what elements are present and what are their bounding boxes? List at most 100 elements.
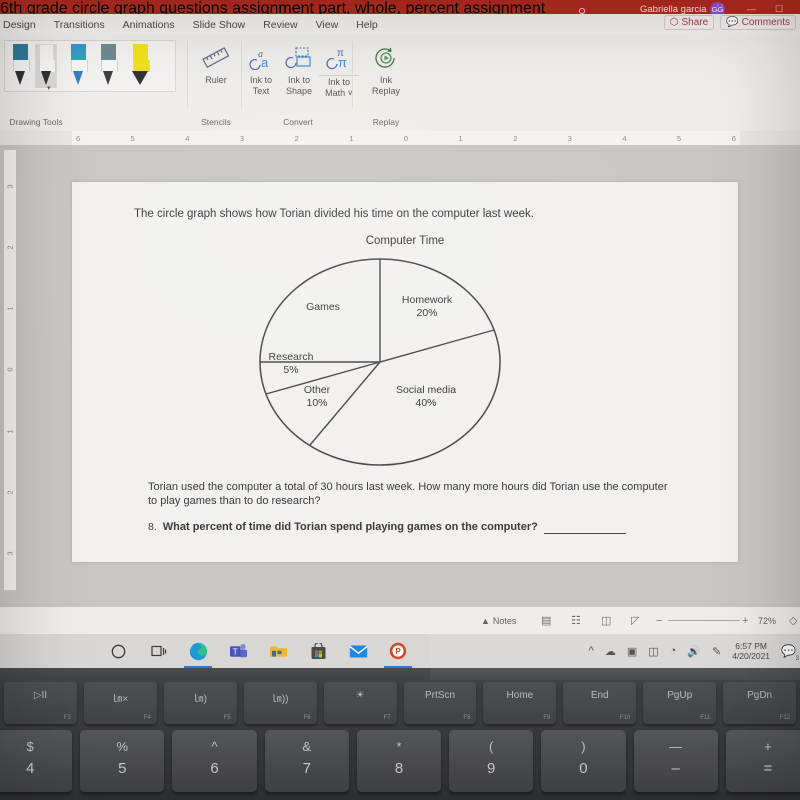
- highlighter-yellow[interactable]: [129, 44, 151, 88]
- minimize-icon[interactable]: —: [747, 4, 756, 14]
- tab-transitions[interactable]: Transitions: [45, 19, 114, 31]
- share-button[interactable]: ⬡ Share: [663, 15, 715, 30]
- speaker-icon[interactable]: 🔊: [687, 645, 701, 658]
- question-8-text: What percent of time did Torian spend pl…: [162, 521, 538, 533]
- key-f12-pgdn[interactable]: PgDn F12: [723, 682, 797, 724]
- ruler-ticks: 6 5 4 3 2 1 0 1 2 3 4 5 6: [72, 131, 740, 145]
- vertical-ruler[interactable]: 3 2 1 0 1 2 3: [4, 150, 16, 590]
- key-f3[interactable]: ▷II F3: [4, 682, 77, 724]
- tab-design[interactable]: Design: [0, 19, 45, 31]
- tab-help[interactable]: Help: [347, 19, 387, 31]
- action-center-icon[interactable]: 💬 3: [781, 644, 799, 662]
- key-f7[interactable]: ☀ F7: [323, 682, 397, 724]
- ink-to-shape-button[interactable]: Ink to Shape: [281, 41, 317, 97]
- pen-icon[interactable]: ✎: [712, 645, 721, 658]
- zoom-slider[interactable]: [668, 620, 740, 621]
- function-key-row: ▷II F3 ㏐× F4 ㏐) F5 ㏐)) F6 ☀ F7 PrtScn F8 Home F…: [0, 682, 800, 724]
- chevron-down-icon[interactable]: ▾: [47, 84, 51, 92]
- status-bar: ▲ Notes ▤ ☷ ◫ ◸ − + 72% ◇: [0, 607, 800, 634]
- comments-button[interactable]: 💬 Comments: [720, 15, 796, 30]
- slide-show-icon[interactable]: ◸: [631, 614, 639, 627]
- pen-gray-galaxy[interactable]: [97, 44, 119, 88]
- key-7[interactable]: & 7: [264, 730, 349, 792]
- tab-view[interactable]: View: [307, 19, 348, 31]
- vruler-tick: 1: [5, 306, 15, 311]
- cloud-icon[interactable]: ☁: [605, 645, 616, 658]
- notes-icon: ▲: [481, 615, 490, 626]
- notes-button[interactable]: ▲ Notes: [481, 616, 516, 626]
- key-f9-home[interactable]: Home F9: [483, 682, 557, 724]
- teams-button[interactable]: T: [228, 641, 248, 661]
- ink-to-math-icon: π π: [319, 41, 359, 75]
- svg-text:P: P: [395, 647, 401, 656]
- key-0[interactable]: ) 0: [541, 730, 626, 792]
- tab-slide-show[interactable]: Slide Show: [184, 19, 255, 31]
- ink-to-math-button[interactable]: π π Ink to Math ˅: [319, 41, 359, 99]
- zoom-percent[interactable]: 72%: [758, 616, 776, 626]
- key-minus[interactable]: — –: [633, 730, 718, 792]
- picture-icon[interactable]: ▣: [627, 645, 637, 658]
- horizontal-ruler[interactable]: 6 5 4 3 2 1 0 1 2 3 4 5 6: [0, 131, 800, 145]
- pen-black-selected[interactable]: ▾: [35, 44, 57, 92]
- slide-sorter-icon[interactable]: ☷: [571, 614, 581, 627]
- key-f4[interactable]: ㏐× F4: [83, 682, 157, 724]
- ink-to-shape-icon: [281, 41, 317, 75]
- key-f8-prtscn[interactable]: PrtScn F8: [403, 682, 477, 724]
- cortana-button[interactable]: [108, 641, 128, 661]
- key-6[interactable]: ^ 6: [172, 730, 257, 792]
- chart-title: Computer Time: [365, 235, 445, 247]
- reading-view-icon[interactable]: ◫: [601, 614, 611, 627]
- pie-label-games: Games: [306, 301, 340, 313]
- clock-time: 6:57 PM: [735, 641, 767, 651]
- pen-teal[interactable]: [9, 44, 31, 88]
- key-4[interactable]: $4: [0, 730, 73, 792]
- key-5[interactable]: % 5: [80, 730, 165, 792]
- pen-gallery[interactable]: ▾: [4, 40, 176, 92]
- slide[interactable]: The circle graph shows how Torian divide…: [72, 182, 738, 562]
- ink-replay-label-line2: Replay: [371, 86, 400, 96]
- task-view-button[interactable]: [148, 641, 168, 661]
- hruler-tick: 6: [76, 133, 81, 143]
- normal-view-icon[interactable]: ▤: [541, 614, 551, 627]
- group-label-drawing-tools: Drawing Tools: [9, 117, 63, 127]
- question-8-number: 8.: [148, 521, 157, 533]
- battery-icon[interactable]: ◫: [648, 645, 658, 658]
- ink-to-text-button[interactable]: a a Ink to Text: [243, 41, 279, 97]
- group-label-stencils: Stencils: [201, 117, 231, 127]
- zoom-in-button[interactable]: +: [742, 615, 748, 627]
- tab-review[interactable]: Review: [254, 19, 306, 31]
- key-f11-pgup[interactable]: PgUp F11: [643, 682, 717, 724]
- restore-down-icon[interactable]: ⛶: [717, 3, 723, 14]
- edge-button[interactable]: [184, 641, 212, 668]
- mail-button[interactable]: [348, 641, 368, 661]
- zoom-out-button[interactable]: −: [656, 615, 662, 627]
- wifi-icon[interactable]: ◔: [670, 645, 677, 657]
- key-9[interactable]: (9: [449, 730, 534, 792]
- ink-to-math-label-line2: Math ˅: [325, 88, 353, 98]
- hruler-tick: 2: [513, 133, 518, 143]
- pen-blue[interactable]: [67, 44, 89, 88]
- microsoft-store-button[interactable]: [308, 641, 328, 661]
- ink-replay-button[interactable]: Ink Replay: [355, 41, 417, 97]
- file-explorer-button[interactable]: [268, 641, 288, 661]
- fit-slide-icon[interactable]: ◇: [789, 614, 797, 627]
- key-f5[interactable]: ㏐) F5: [163, 682, 237, 724]
- group-replay: Ink Replay Replay: [355, 35, 417, 131]
- pie-label-social-media: Social media 40%: [395, 384, 457, 409]
- notes-label: Notes: [492, 615, 517, 626]
- key-f10-end[interactable]: End F10: [563, 682, 637, 724]
- pie-label-other: Other 10%: [303, 384, 331, 409]
- taskbar-pinned-apps: T P: [108, 634, 412, 668]
- tab-animations[interactable]: Animations: [114, 19, 184, 31]
- clock[interactable]: 6:57 PM 4/20/2021: [732, 641, 770, 661]
- group-label-convert: Convert: [283, 117, 313, 127]
- answer-blank[interactable]: [543, 522, 626, 534]
- powerpoint-button[interactable]: P: [384, 641, 412, 668]
- ruler-button[interactable]: Ruler: [190, 41, 242, 86]
- slide-canvas-area: The circle graph shows how Torian divide…: [0, 145, 800, 607]
- key-8[interactable]: * 8: [356, 730, 442, 792]
- key-f6[interactable]: ㏐)) F6: [243, 682, 317, 724]
- key-equals[interactable]: + =: [725, 730, 800, 792]
- chevron-up-icon[interactable]: ^: [589, 645, 594, 657]
- share-icon: ⬡: [669, 17, 679, 28]
